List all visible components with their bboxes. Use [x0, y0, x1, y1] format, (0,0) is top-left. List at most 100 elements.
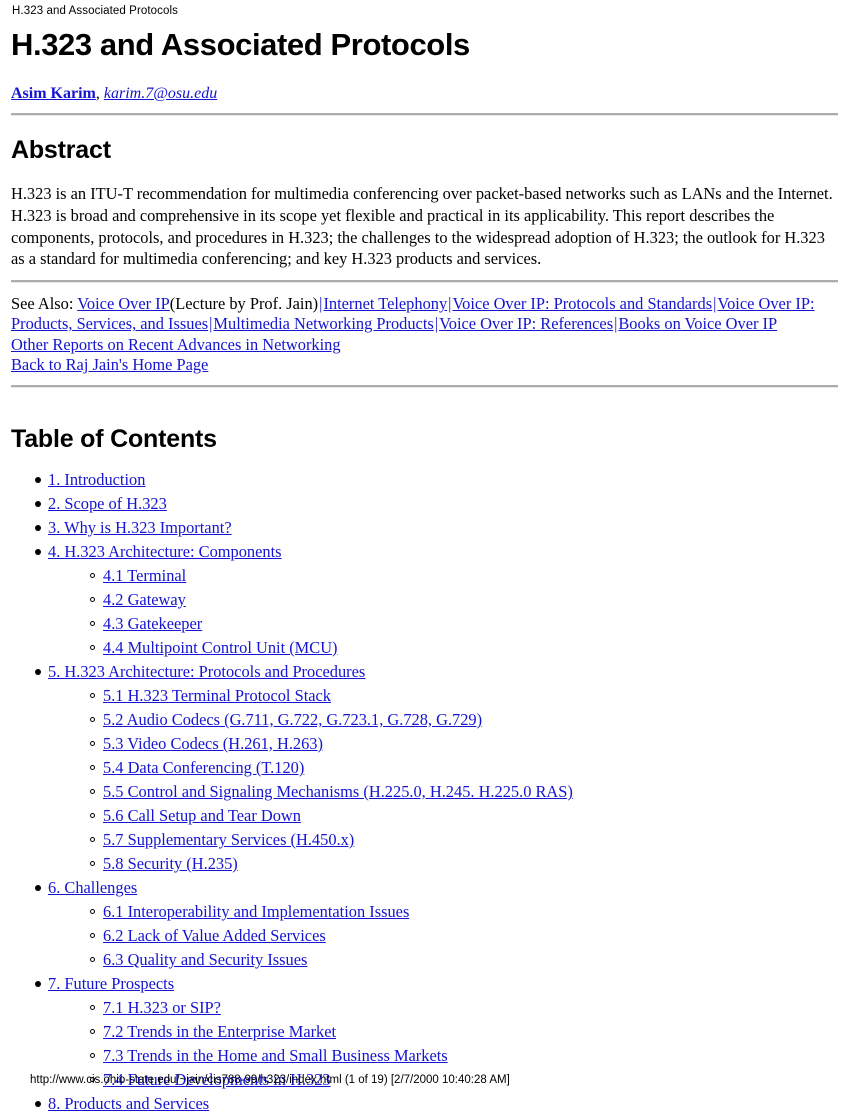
bullet-circle-icon — [90, 1053, 95, 1058]
toc-link-5-1-protocol-stack[interactable]: 5.1 H.323 Terminal Protocol Stack — [103, 686, 331, 705]
abstract-text: H.323 is an ITU-T recommendation for mul… — [11, 184, 833, 269]
link-other-reports[interactable]: Other Reports on Recent Advances in Netw… — [11, 335, 341, 354]
divider-after-nav — [11, 385, 838, 388]
list-item: 6.2 Lack of Value Added Services — [90, 924, 838, 948]
bullet-circle-icon — [90, 693, 95, 698]
toc-sublist-6: 6.1 Interoperability and Implementation … — [48, 900, 838, 972]
bullet-disc-icon — [35, 501, 41, 507]
list-item: 4.2 Gateway — [90, 588, 838, 612]
toc-link-3-why-important[interactable]: 3. Why is H.323 Important? — [48, 518, 232, 537]
author-email-link[interactable]: karim.7@osu.edu — [104, 85, 217, 102]
running-head: H.323 and Associated Protocols — [12, 5, 179, 17]
list-item: 4.1 Terminal — [90, 564, 838, 588]
list-item: 5.4 Data Conferencing (T.120) — [90, 756, 838, 780]
toc-link-4-1-terminal[interactable]: 4.1 Terminal — [103, 566, 186, 585]
toc-link-5-4-data-conferencing[interactable]: 5.4 Data Conferencing (T.120) — [103, 758, 304, 777]
see-also-link-books-on-voip[interactable]: Books on Voice Over IP — [618, 314, 777, 333]
see-also-link-multimedia-networking-products[interactable]: Multimedia Networking Products — [213, 314, 433, 333]
toc-link-5-architecture-protocols[interactable]: 5. H.323 Architecture: Protocols and Pro… — [48, 662, 365, 681]
bullet-disc-icon — [35, 477, 41, 483]
bullet-disc-icon — [35, 1101, 41, 1107]
document-content: H.323 and Associated Protocols Asim Kari… — [0, 27, 850, 1116]
bullet-disc-icon — [35, 885, 41, 891]
bullet-circle-icon — [90, 957, 95, 962]
toc-link-5-2-audio-codecs[interactable]: 5.2 Audio Codecs (G.711, G.722, G.723.1,… — [103, 710, 482, 729]
see-also-note: (Lecture by Prof. Jain) — [169, 294, 319, 314]
bullet-disc-icon — [35, 525, 41, 531]
toc-link-4-architecture-components[interactable]: 4. H.323 Architecture: Components — [48, 542, 282, 561]
table-of-contents-heading: Table of Contents — [11, 425, 217, 453]
link-raj-jain-home[interactable]: Back to Raj Jain's Home Page — [11, 355, 208, 374]
bullet-circle-icon — [90, 933, 95, 938]
toc-link-7-3-home-small-business[interactable]: 7.3 Trends in the Home and Small Busines… — [103, 1046, 448, 1065]
bullet-circle-icon — [90, 861, 95, 866]
list-item: 5.6 Call Setup and Tear Down — [90, 804, 838, 828]
toc-link-6-3-quality-security[interactable]: 6.3 Quality and Security Issues — [103, 950, 307, 969]
see-also-link-voice-over-ip[interactable]: Voice Over IP — [77, 294, 170, 313]
toc-link-6-challenges[interactable]: 6. Challenges — [48, 878, 137, 897]
bullet-circle-icon — [90, 573, 95, 578]
toc-link-4-3-gatekeeper[interactable]: 4.3 Gatekeeper — [103, 614, 202, 633]
see-also-label: See Also: — [11, 294, 74, 314]
see-also-block: See Also: Voice Over IP(Lecture by Prof.… — [11, 294, 838, 334]
list-item: 2. Scope of H.323 — [35, 492, 838, 516]
table-of-contents-list: 1. Introduction 2. Scope of H.323 3. Why… — [11, 468, 838, 1116]
toc-link-6-1-interoperability[interactable]: 6.1 Interoperability and Implementation … — [103, 902, 409, 921]
nav-line-home-page: Back to Raj Jain's Home Page — [11, 355, 838, 375]
list-item: 5. H.323 Architecture: Protocols and Pro… — [35, 660, 838, 876]
toc-link-5-8-security[interactable]: 5.8 Security (H.235) — [103, 854, 238, 873]
list-item: 4.3 Gatekeeper — [90, 612, 838, 636]
divider-after-byline — [11, 113, 838, 116]
bullet-circle-icon — [90, 741, 95, 746]
bullet-circle-icon — [90, 1029, 95, 1034]
toc-sublist-4: 4.1 Terminal 4.2 Gateway 4.3 Gatekeeper … — [48, 564, 838, 660]
bullet-circle-icon — [90, 717, 95, 722]
list-item: 6. Challenges 6.1 Interoperability and I… — [35, 876, 838, 972]
toc-link-6-2-value-added-services[interactable]: 6.2 Lack of Value Added Services — [103, 926, 326, 945]
bullet-circle-icon — [90, 645, 95, 650]
toc-link-4-2-gateway[interactable]: 4.2 Gateway — [103, 590, 186, 609]
see-also-link-voip-references[interactable]: Voice Over IP: References — [439, 314, 613, 333]
toc-link-5-7-supplementary-services[interactable]: 5.7 Supplementary Services (H.450.x) — [103, 830, 354, 849]
byline: Asim Karim, karim.7@osu.edu — [11, 84, 838, 103]
see-also-link-internet-telephony[interactable]: Internet Telephony — [323, 294, 447, 313]
bullet-circle-icon — [90, 789, 95, 794]
list-item: 4. H.323 Architecture: Components 4.1 Te… — [35, 540, 838, 660]
toc-link-7-future-prospects[interactable]: 7. Future Prospects — [48, 974, 174, 993]
list-item: 4.4 Multipoint Control Unit (MCU) — [90, 636, 838, 660]
toc-link-4-4-mcu[interactable]: 4.4 Multipoint Control Unit (MCU) — [103, 638, 338, 657]
toc-link-7-1-h323-or-sip[interactable]: 7.1 H.323 or SIP? — [103, 998, 221, 1017]
bullet-circle-icon — [90, 813, 95, 818]
list-item: 5.5 Control and Signaling Mechanisms (H.… — [90, 780, 838, 804]
byline-comma: , — [95, 85, 100, 102]
toc-link-5-6-call-setup[interactable]: 5.6 Call Setup and Tear Down — [103, 806, 301, 825]
list-item: 6.3 Quality and Security Issues — [90, 948, 838, 972]
document-page: H.323 and Associated Protocols H.323 and… — [0, 0, 850, 1113]
toc-link-5-3-video-codecs[interactable]: 5.3 Video Codecs (H.261, H.263) — [103, 734, 323, 753]
divider-after-abstract — [11, 280, 838, 284]
abstract-heading: Abstract — [11, 136, 111, 164]
list-item: 5.1 H.323 Terminal Protocol Stack — [90, 684, 838, 708]
list-item: 5.8 Security (H.235) — [90, 852, 838, 876]
bullet-disc-icon — [35, 669, 41, 675]
page-footer-url: http://www.cis.ohio-state.edu/~jain/cis7… — [30, 1074, 510, 1086]
toc-link-7-2-enterprise-market[interactable]: 7.2 Trends in the Enterprise Market — [103, 1022, 336, 1041]
nav-line-other-reports: Other Reports on Recent Advances in Netw… — [11, 335, 838, 355]
bullet-circle-icon — [90, 621, 95, 626]
toc-link-1-introduction[interactable]: 1. Introduction — [48, 470, 145, 489]
bullet-circle-icon — [90, 837, 95, 842]
toc-link-2-scope[interactable]: 2. Scope of H.323 — [48, 494, 167, 513]
list-item: 7.2 Trends in the Enterprise Market — [90, 1020, 838, 1044]
list-item: 1. Introduction — [35, 468, 838, 492]
list-item: 5.7 Supplementary Services (H.450.x) — [90, 828, 838, 852]
list-item: 7.3 Trends in the Home and Small Busines… — [90, 1044, 838, 1068]
bullet-circle-icon — [90, 597, 95, 602]
list-item: 5.3 Video Codecs (H.261, H.263) — [90, 732, 838, 756]
page-title: H.323 and Associated Protocols — [11, 27, 470, 62]
see-also-link-voip-protocols-standards[interactable]: Voice Over IP: Protocols and Standards — [452, 294, 712, 313]
bullet-circle-icon — [90, 1005, 95, 1010]
author-link[interactable]: Asim Karim — [11, 85, 96, 102]
toc-link-5-5-control-signaling[interactable]: 5.5 Control and Signaling Mechanisms (H.… — [103, 782, 573, 801]
bullet-disc-icon — [35, 981, 41, 987]
list-item: 3. Why is H.323 Important? — [35, 516, 838, 540]
